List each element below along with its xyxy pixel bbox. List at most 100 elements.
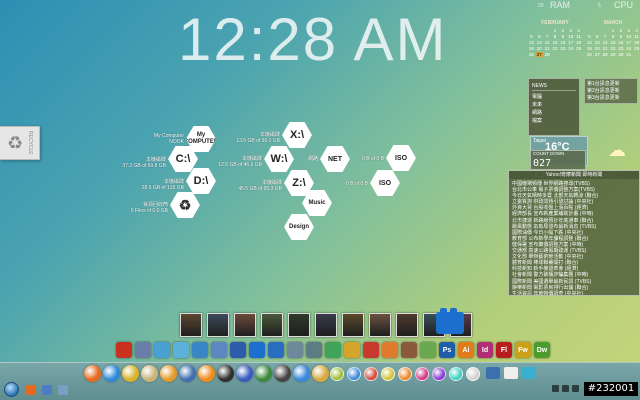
calendar-day[interactable]: 20 [536,46,543,51]
leaf-icon[interactable] [420,342,436,358]
calendar-day[interactable]: 29 [610,52,617,57]
calendar-day[interactable]: 30 [617,52,624,57]
iso-tile-2[interactable]: ISO [370,170,400,196]
calendar-day[interactable]: 7 [602,34,609,39]
dw-icon[interactable]: Dw [534,342,550,358]
recycle-drive[interactable]: ♻ [170,192,200,218]
calendar-day[interactable]: 16 [617,40,624,45]
game-shortcut-icon[interactable] [342,313,364,337]
note-line[interactable]: 未來 [532,101,576,109]
shield-icon[interactable] [344,342,360,358]
calendar-day[interactable]: 10 [567,34,574,39]
id-icon[interactable]: Id [477,342,493,358]
drive-x[interactable]: X:\ [282,122,312,148]
calendar-day[interactable]: 17 [567,40,574,45]
calendar-day[interactable]: 26 [586,52,593,57]
orb-icon[interactable] [432,367,446,381]
calendar-day[interactable]: 6 [536,34,543,39]
game-shortcut-icon[interactable] [315,313,337,337]
phone-icon[interactable] [306,342,322,358]
start-button[interactable] [4,382,19,397]
calendar-day[interactable]: 26 [528,52,535,57]
orb-icon[interactable] [381,367,395,381]
calendar-day[interactable]: 4 [633,28,640,33]
calendar-day[interactable]: 8 [552,34,559,39]
orb-icon[interactable] [449,367,463,381]
music-icon[interactable] [179,365,196,382]
orb-icon[interactable] [364,367,378,381]
ps-icon[interactable]: Ps [439,342,455,358]
calendar-day[interactable]: 18 [633,40,640,45]
calendar-day[interactable]: 2 [559,28,566,33]
chess-icon[interactable] [274,365,291,382]
calendar-day[interactable]: 22 [610,46,617,51]
calendar-day[interactable]: 1 [552,28,559,33]
calendar-day[interactable]: 1 [610,28,617,33]
paint-icon[interactable] [255,365,272,382]
doc-icon[interactable] [211,342,227,358]
calendar-day[interactable]: 2 [617,28,624,33]
calendar-day[interactable]: 4 [575,28,582,33]
calendar-day[interactable]: 28 [602,52,609,57]
vlc-icon[interactable] [198,365,215,382]
ball-icon[interactable] [249,342,265,358]
calendar-day[interactable]: 27 [594,52,601,57]
chat-icon[interactable] [192,342,208,358]
tool-icon[interactable] [287,342,303,358]
calendar-day[interactable]: 18 [575,40,582,45]
sync-icon[interactable] [522,367,536,379]
folder-icon[interactable] [42,385,52,395]
orb-icon[interactable] [398,367,412,381]
calendar-day[interactable]: 23 [617,46,624,51]
rss-line[interactable]: 第3台訊息更新 [587,95,635,102]
firefox-icon[interactable] [26,385,36,395]
iso-tile-1[interactable]: ISO [386,145,416,171]
orange-icon[interactable] [382,342,398,358]
cloud-icon[interactable] [173,342,189,358]
photo-icon[interactable] [135,342,151,358]
calendar-day[interactable]: 24 [567,46,574,51]
calendar-day[interactable]: 17 [625,40,632,45]
calendar-day[interactable]: 9 [617,34,624,39]
calendar-day[interactable]: 28 [544,52,551,57]
camera-icon[interactable] [217,365,234,382]
chrome-icon[interactable] [122,365,139,382]
lego-icon[interactable] [436,308,464,334]
calendar-day[interactable]: 21 [602,46,609,51]
calendar-day[interactable]: 15 [552,40,559,45]
orb-icon[interactable] [466,367,480,381]
monitor-icon[interactable] [504,367,518,379]
calendar-day[interactable]: 8 [610,34,617,39]
calendar-day[interactable]: 5 [528,34,535,39]
note-line[interactable]: 電腦 [532,93,576,101]
news-item[interactable]: 生活資訊 年節物價調查 (中央社) [512,291,636,295]
calendar-day[interactable]: 11 [633,34,640,39]
calendar-day[interactable]: 25 [633,46,640,51]
calendar-day[interactable]: 19 [528,46,535,51]
calendar-day[interactable]: 12 [586,40,593,45]
game-shortcut-icon[interactable] [234,313,256,337]
bird-icon[interactable] [154,342,170,358]
drive-w[interactable]: W:\ [264,146,294,172]
calendar-day[interactable]: 14 [544,40,551,45]
calendar-day[interactable]: 16 [559,40,566,45]
calendar-day[interactable]: 23 [559,46,566,51]
battery-icon[interactable] [572,385,579,392]
store-icon[interactable] [116,342,132,358]
fl-icon[interactable]: Fl [496,342,512,358]
rss-line[interactable]: 第2台訊息更新 [587,88,635,95]
calendar-day[interactable]: 9 [559,34,566,39]
orb-icon[interactable] [330,367,344,381]
calendar-day[interactable]: 12 [528,40,535,45]
network-icon[interactable] [486,367,500,379]
pdf-icon[interactable] [363,342,379,358]
globe-icon[interactable] [230,342,246,358]
ai-icon[interactable]: Ai [458,342,474,358]
calendar-day[interactable]: 6 [594,34,601,39]
ie-icon[interactable] [103,365,120,382]
orb-icon[interactable] [347,367,361,381]
calendar-day[interactable]: 24 [625,46,632,51]
calendar-day[interactable]: 31 [625,52,632,57]
calendar-day[interactable]: 22 [552,46,559,51]
game-shortcut-icon[interactable] [369,313,391,337]
